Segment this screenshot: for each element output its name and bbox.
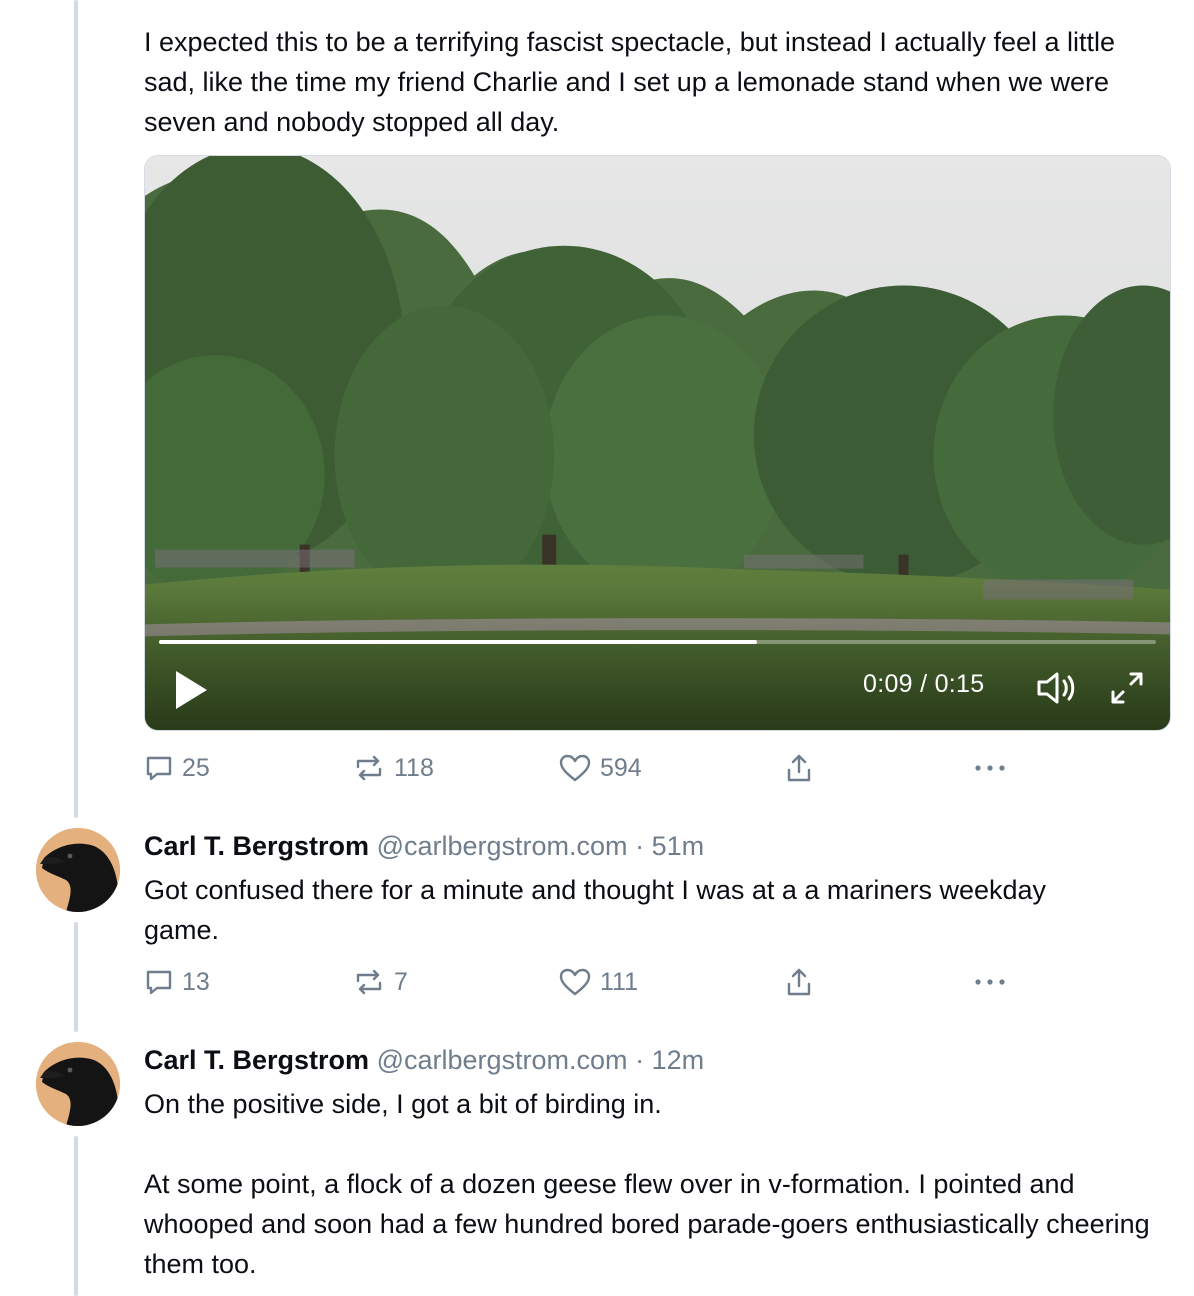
- crow-avatar-image: [36, 1042, 120, 1126]
- repost-icon: [356, 755, 382, 781]
- post-timestamp[interactable]: 12m: [652, 1045, 705, 1075]
- reply-icon: [146, 756, 172, 781]
- more-button[interactable]: [972, 964, 1008, 1000]
- like-button[interactable]: 594: [558, 750, 642, 786]
- more-button[interactable]: [972, 750, 1008, 786]
- video-progress-track[interactable]: [159, 640, 1156, 644]
- share-icon: [787, 754, 811, 782]
- repost-button[interactable]: 7: [352, 964, 408, 1000]
- author-handle[interactable]: @carlbergstrom.com: [377, 831, 628, 861]
- more-icon: [975, 765, 1005, 771]
- more-icon: [975, 979, 1005, 985]
- post-text: Got confused there for a minute and thou…: [144, 875, 1054, 945]
- reply-button[interactable]: 13: [144, 964, 210, 1000]
- post-header: Carl T. Bergstrom @carlbergstrom.com · 5…: [144, 828, 704, 864]
- post-timestamp[interactable]: 51m: [652, 831, 705, 861]
- separator-dot: ·: [635, 1045, 645, 1075]
- author-handle[interactable]: @carlbergstrom.com: [377, 1045, 628, 1075]
- reply-count: 13: [182, 967, 210, 996]
- repost-count: 7: [394, 967, 408, 996]
- repost-button[interactable]: 118: [352, 750, 434, 786]
- thread-line: [74, 922, 78, 1032]
- like-button[interactable]: 111: [558, 964, 638, 1000]
- reply-count: 25: [182, 753, 210, 782]
- post-header: Carl T. Bergstrom @carlbergstrom.com · 1…: [144, 1042, 704, 1078]
- share-button[interactable]: [784, 750, 814, 786]
- thread-line: [74, 0, 78, 818]
- repost-count: 118: [394, 753, 434, 782]
- author-name[interactable]: Carl T. Bergstrom: [144, 831, 369, 861]
- post-actions: 25 118 594: [144, 750, 1154, 786]
- like-count: 111: [600, 967, 639, 996]
- post-text: On the positive side, I got a bit of bir…: [144, 1089, 1150, 1279]
- reply-button[interactable]: 25: [144, 750, 210, 786]
- heart-icon: [559, 968, 591, 996]
- avatar[interactable]: [36, 1042, 120, 1126]
- video-progress-fill: [159, 640, 758, 644]
- video-player[interactable]: 0:09 / 0:15: [144, 155, 1171, 731]
- reply-icon: [146, 970, 172, 995]
- expand-icon[interactable]: [1107, 668, 1147, 708]
- like-count: 594: [600, 753, 642, 782]
- play-icon[interactable]: [171, 668, 211, 712]
- author-name[interactable]: Carl T. Bergstrom: [144, 1045, 369, 1075]
- crow-avatar-image: [36, 828, 120, 912]
- volume-icon[interactable]: [1033, 668, 1081, 708]
- post-actions: 13 7 111: [144, 964, 1154, 1000]
- video-time: 0:09 / 0:15: [863, 670, 985, 698]
- share-icon: [787, 968, 811, 996]
- repost-icon: [356, 969, 382, 995]
- heart-icon: [559, 754, 591, 782]
- separator-dot: ·: [635, 831, 645, 861]
- post-text: I expected this to be a terrifying fasci…: [144, 27, 1123, 137]
- thread-line: [74, 1136, 78, 1296]
- share-button[interactable]: [784, 964, 814, 1000]
- avatar[interactable]: [36, 828, 120, 912]
